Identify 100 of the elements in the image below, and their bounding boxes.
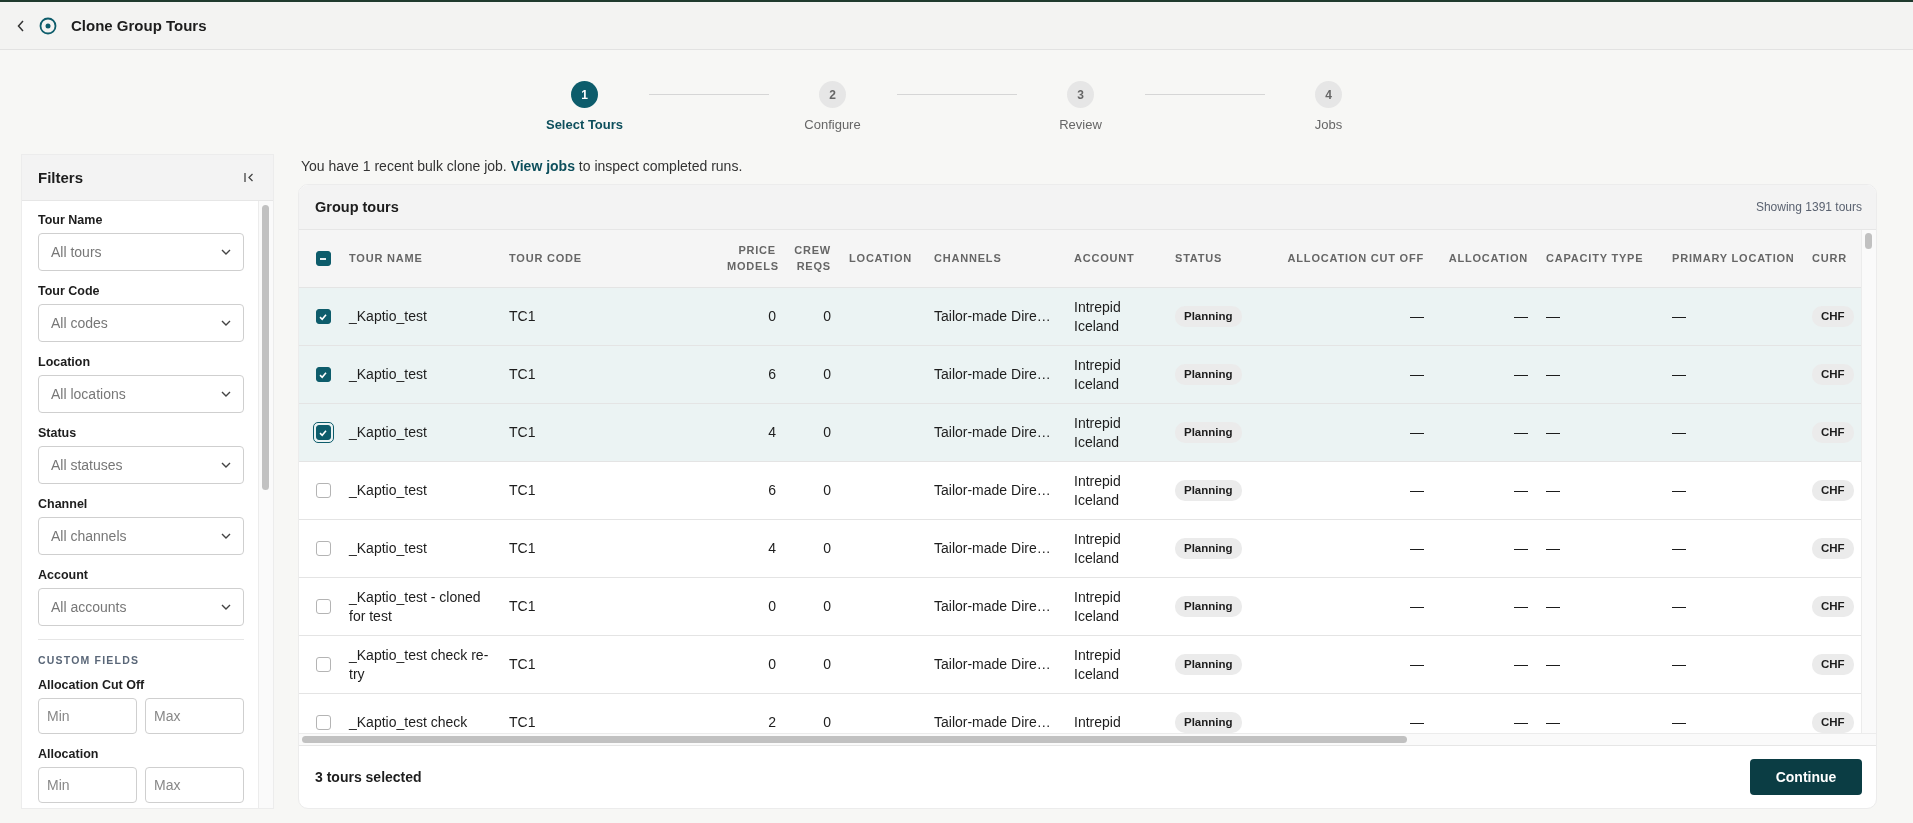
min-field[interactable]: Min: [38, 698, 137, 734]
row-checkbox[interactable]: [315, 483, 331, 498]
table-cell: —: [1672, 482, 1686, 499]
row-checkbox[interactable]: [315, 715, 331, 730]
table-cell: Tailor-made Dire…: [934, 308, 1051, 325]
table-cell: Intrepid Iceland: [1074, 298, 1121, 334]
number-cell: —: [1410, 714, 1424, 731]
status-badge: Planning: [1175, 479, 1242, 502]
column-header: TOUR NAME: [349, 251, 423, 264]
scrollbar-thumb[interactable]: [1865, 233, 1872, 249]
filter-dropdown[interactable]: All locations: [38, 375, 244, 413]
number-cell: —: [1410, 308, 1424, 325]
column-header: ALLOCATION: [1448, 251, 1528, 264]
filter-dropdown[interactable]: All channels: [38, 517, 244, 555]
caret-icon: [221, 320, 231, 326]
status-badge: Planning: [1175, 653, 1242, 676]
filter-label: Tour Name: [38, 213, 104, 227]
caret-icon: [221, 249, 231, 255]
currency-badge: CHF: [1812, 363, 1854, 386]
table-cell: _Kaptio_test check: [349, 714, 468, 731]
check-icon: [318, 369, 328, 380]
column-header: PRICE MODELS: [727, 243, 779, 272]
number-cell: —: [1410, 656, 1424, 673]
target-icon: [39, 16, 57, 35]
continue-button[interactable]: Continue: [1750, 759, 1862, 795]
filter-dropdown[interactable]: All tours: [38, 233, 244, 271]
row-checkbox[interactable]: [315, 541, 331, 556]
table-title: Group tours: [315, 199, 399, 215]
table-cell: _Kaptio_test: [349, 540, 427, 557]
column-header: STATUS: [1175, 251, 1223, 264]
view-jobs-link[interactable]: View jobs: [510, 158, 575, 174]
table-cell: Tailor-made Dire…: [934, 598, 1051, 615]
row-checkbox[interactable]: [315, 657, 331, 672]
row-checkbox[interactable]: [315, 599, 331, 614]
tour-count: Showing 1391 tours: [1755, 200, 1862, 214]
table-cell: Tailor-made Dire…: [934, 482, 1051, 499]
number-cell: —: [1514, 714, 1528, 731]
table-cell: —: [1672, 366, 1686, 383]
filter-label: Tour Code: [38, 284, 101, 298]
table-cell: Intrepid: [1074, 714, 1121, 731]
table-cell: —: [1672, 540, 1686, 557]
selection-count: 3 tours selected: [315, 769, 422, 785]
table-cell: —: [1672, 714, 1686, 731]
table-cell: _Kaptio_test - cloned for test: [349, 588, 481, 624]
table-cell: —: [1546, 424, 1560, 441]
table-cell: —: [1546, 656, 1560, 673]
max-field[interactable]: Max: [145, 698, 244, 734]
check-icon: [318, 311, 328, 322]
column-header: CAPACITY TYPE: [1546, 251, 1644, 264]
notice-text: You have 1 recent bulk clone job. View jobs to inspect completed runs.: [301, 158, 744, 174]
table-cell: TC1: [509, 424, 536, 441]
filter-label: Allocation Cut Off: [38, 678, 146, 692]
number-cell: 0: [823, 424, 831, 441]
number-cell: —: [1410, 598, 1424, 615]
status-badge: Planning: [1175, 305, 1242, 328]
table-cell: TC1: [509, 482, 536, 499]
table-cell: Intrepid Iceland: [1074, 530, 1121, 566]
step-tab[interactable]: 3 Review: [1020, 81, 1141, 132]
table-cell: —: [1546, 714, 1560, 731]
row-checkbox[interactable]: [315, 367, 331, 382]
filter-label: Location: [38, 355, 92, 369]
number-cell: 0: [768, 656, 776, 673]
number-cell: 0: [768, 598, 776, 615]
min-field[interactable]: Min: [38, 767, 137, 803]
filter-dropdown[interactable]: All accounts: [38, 588, 244, 626]
table-cell: Intrepid Iceland: [1074, 472, 1121, 508]
scrollbar-thumb[interactable]: [302, 736, 1407, 743]
column-header: LOCATION: [849, 251, 913, 264]
currency-badge: CHF: [1812, 537, 1854, 560]
filter-dropdown[interactable]: All statuses: [38, 446, 244, 484]
table-cell: TC1: [509, 366, 536, 383]
number-cell: —: [1514, 482, 1528, 499]
column-header: TOUR CODE: [509, 251, 582, 264]
number-cell: —: [1410, 540, 1424, 557]
column-header: PRIMARY LOCATION: [1672, 251, 1795, 264]
table-cell: _Kaptio_test: [349, 482, 427, 499]
back-icon[interactable]: [17, 19, 25, 32]
collapse-icon[interactable]: [244, 172, 255, 183]
table-cell: Tailor-made Dire…: [934, 424, 1051, 441]
scrollbar-thumb[interactable]: [262, 205, 269, 490]
number-cell: 0: [823, 598, 831, 615]
step-tab[interactable]: 4 Jobs: [1268, 81, 1389, 132]
select-all-checkbox[interactable]: [315, 251, 331, 266]
column-header: ACCOUNT: [1074, 251, 1135, 264]
check-icon: [318, 427, 328, 438]
step-tab[interactable]: 1 Select Tours: [524, 81, 645, 132]
table-cell: Intrepid Iceland: [1074, 588, 1121, 624]
filters-title: Filters: [38, 169, 83, 186]
number-cell: 0: [823, 540, 831, 557]
step-tab[interactable]: 2 Configure: [772, 81, 893, 132]
number-cell: —: [1514, 308, 1528, 325]
filter-dropdown[interactable]: All codes: [38, 304, 244, 342]
max-field[interactable]: Max: [145, 767, 244, 803]
number-cell: 0: [823, 656, 831, 673]
row-checkbox[interactable]: [315, 309, 331, 324]
caret-icon: [221, 533, 231, 539]
table-cell: —: [1546, 540, 1560, 557]
caret-icon: [221, 391, 231, 397]
number-cell: 0: [768, 308, 776, 325]
table-cell: —: [1672, 656, 1686, 673]
